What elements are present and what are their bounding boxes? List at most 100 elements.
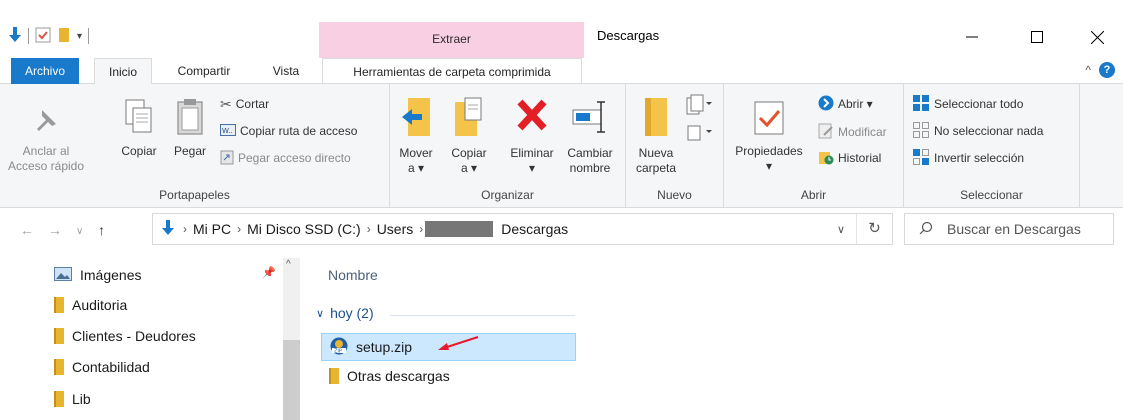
pictures-icon: [54, 266, 72, 284]
search-box[interactable]: Buscar en Descargas: [904, 213, 1114, 245]
easy-access-icon[interactable]: [686, 122, 712, 147]
svg-text:ZIP: ZIP: [334, 348, 342, 354]
group-label-new: Nuevo: [657, 188, 692, 202]
quick-access-toolbar: ▾: [8, 25, 90, 47]
new-item-icon[interactable]: [686, 94, 712, 119]
delete-button[interactable]: Eliminar ▾: [506, 96, 558, 176]
properties-button[interactable]: Propiedades ▾: [730, 96, 808, 174]
copy-icon: [116, 98, 162, 140]
rename-icon: [562, 96, 618, 142]
paste-icon: [168, 98, 212, 140]
collapse-ribbon-icon[interactable]: ^: [1085, 63, 1091, 77]
refresh-icon[interactable]: ↻: [856, 214, 892, 244]
breadcrumb-downloads[interactable]: Descargas: [493, 221, 572, 237]
chevron-down-icon: ∨: [316, 307, 325, 320]
paste-button[interactable]: Pegar: [168, 98, 212, 159]
file-row-otras-descargas[interactable]: Otras descargas: [321, 362, 576, 390]
tab-compressed-folder-tools[interactable]: Herramientas de carpeta comprimida: [322, 58, 582, 84]
ribbon: Anclar al Acceso rápido Copiar Pegar ✂ C…: [0, 84, 1123, 208]
back-arrow-icon[interactable]: ←: [20, 222, 34, 238]
up-arrow-icon[interactable]: ↑: [98, 222, 105, 238]
pin-icon: [6, 106, 86, 140]
properties-icon: [730, 96, 808, 140]
scissors-icon: ✂: [220, 95, 232, 112]
select-none-button[interactable]: No seleccionar nada: [912, 121, 1043, 141]
history-icon: [818, 149, 834, 168]
folder-icon: [54, 297, 64, 313]
paste-shortcut-icon: [220, 149, 234, 168]
edit-pencil-icon: [818, 123, 834, 142]
folder-icon: [54, 328, 64, 344]
maximize-button[interactable]: [1014, 22, 1059, 52]
paste-shortcut-button[interactable]: Pegar acceso directo: [220, 148, 351, 168]
title-bar: ▾ Extraer Descargas: [0, 0, 1123, 58]
properties-check-icon[interactable]: [35, 27, 51, 46]
address-bar[interactable]: › Mi PC › Mi Disco SSD (C:) › Users › De…: [152, 213, 893, 245]
nav-item-auditoria[interactable]: Auditoria: [54, 294, 127, 316]
group-organize: Mover a ▾ Copiar a ▾ Eliminar ▾ Cambiar …: [390, 84, 626, 208]
select-all-button[interactable]: Seleccionar todo: [912, 94, 1023, 114]
nav-item-clientes[interactable]: Clientes - Deudores: [54, 325, 196, 347]
search-icon: [905, 221, 947, 238]
svg-text:W..: W..: [222, 127, 233, 135]
column-header-name[interactable]: Nombre: [328, 267, 378, 283]
tab-share[interactable]: Compartir: [164, 58, 244, 84]
breadcrumb-separator: ›: [183, 222, 187, 236]
invert-selection-button[interactable]: Invertir selección: [912, 148, 1024, 168]
toolbar-separator: [28, 28, 29, 44]
folder-icon: [54, 359, 64, 375]
cut-button[interactable]: ✂ Cortar: [220, 94, 269, 114]
group-divider: [390, 315, 575, 316]
minimize-button[interactable]: [949, 22, 994, 52]
copy-path-button[interactable]: W.. Copiar ruta de acceso: [220, 121, 357, 141]
help-icon[interactable]: ?: [1099, 62, 1115, 78]
nav-item-images[interactable]: Imágenes: [54, 264, 141, 286]
nav-item-lib[interactable]: Lib: [54, 388, 91, 410]
copy-button[interactable]: Copiar: [116, 98, 162, 159]
breadcrumb-disk[interactable]: Mi Disco SSD (C:): [243, 221, 365, 237]
folder-icon: [329, 368, 339, 384]
close-button[interactable]: [1075, 22, 1120, 52]
pin-icon[interactable]: 📌: [262, 266, 276, 279]
folder-icon: [54, 391, 64, 407]
search-placeholder: Buscar en Descargas: [947, 221, 1081, 237]
forward-arrow-icon[interactable]: →: [48, 222, 62, 238]
nav-scrollbar-thumb[interactable]: [283, 340, 300, 420]
tab-view[interactable]: Vista: [260, 58, 312, 84]
breadcrumb-separator: ›: [366, 222, 371, 236]
group-label-select: Seleccionar: [960, 188, 1023, 202]
history-button[interactable]: Historial: [818, 148, 881, 168]
open-button[interactable]: Abrir ▾: [818, 94, 873, 114]
address-dropdown-icon[interactable]: ∨: [826, 223, 856, 236]
recent-locations-icon[interactable]: ∨: [76, 226, 83, 237]
breadcrumb-users[interactable]: Users: [373, 221, 418, 237]
group-header-today[interactable]: ∨ hoy (2): [316, 305, 374, 321]
nav-item-contabilidad[interactable]: Contabilidad: [54, 356, 150, 378]
pin-quick-access-button[interactable]: Anclar al Acceso rápido: [6, 106, 86, 174]
new-folder-icon[interactable]: [57, 27, 71, 46]
new-folder-button[interactable]: Nueva carpeta: [632, 96, 680, 176]
tab-file[interactable]: Archivo: [11, 58, 79, 84]
open-arrow-icon: [818, 95, 834, 114]
customize-qat-icon[interactable]: ▾: [77, 31, 82, 42]
edit-button[interactable]: Modificar: [818, 122, 887, 142]
group-label-open: Abrir: [800, 188, 827, 202]
move-to-icon: [394, 96, 438, 142]
copy-to-icon: [446, 96, 492, 142]
context-tab-group: Extraer: [319, 22, 584, 58]
select-all-icon: [912, 94, 930, 115]
group-label-organize: Organizar: [481, 188, 534, 202]
select-none-icon: [912, 121, 930, 142]
zip-file-icon: ZIP: [330, 337, 348, 358]
group-label-clipboard: Portapapeles: [159, 188, 230, 202]
rename-button[interactable]: Cambiar nombre: [562, 96, 618, 176]
breadcrumb-mi-pc[interactable]: Mi PC: [189, 221, 235, 237]
download-arrow-icon[interactable]: [8, 26, 22, 46]
copy-to-button[interactable]: Copiar a ▾: [446, 96, 492, 176]
scroll-up-icon[interactable]: ^: [286, 259, 291, 270]
tab-home[interactable]: Inicio: [94, 58, 152, 85]
breadcrumb-separator: ›: [237, 222, 242, 236]
ribbon-tab-row: Archivo Inicio Compartir Vista Herramien…: [0, 58, 1123, 85]
move-to-button[interactable]: Mover a ▾: [394, 96, 438, 176]
ribbon-controls: ^ ?: [1085, 62, 1115, 78]
